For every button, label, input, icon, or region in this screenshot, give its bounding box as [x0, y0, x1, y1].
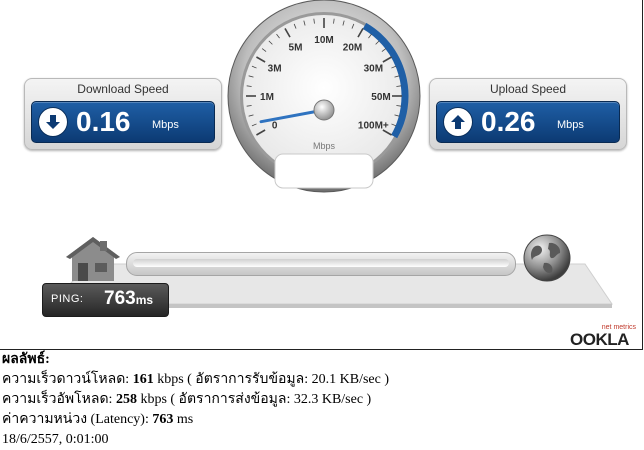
download-speed-display: 0.16 Mbps — [31, 101, 215, 143]
results-upload-suffix: kbps ( อัตราการส่งข้อมูล: 32.3 KB/sec ) — [136, 392, 372, 407]
results-summary: ผลลัพธ์: ความเร็วดาวน์โหลด: 161 kbps ( อ… — [2, 350, 642, 450]
logo-wordmark: OOKLA — [570, 330, 629, 349]
speedtest-stage: Download Speed 0.16 Mbps Upload Speed 0.… — [0, 0, 643, 350]
arrow-up-icon — [443, 107, 473, 137]
progress-track — [126, 252, 516, 276]
upload-speed-unit: Mbps — [557, 119, 584, 131]
results-download-value: 161 — [132, 372, 154, 387]
results-upload-value: 258 — [115, 392, 137, 407]
results-upload-prefix: ความเร็วอัพโหลด: — [2, 392, 116, 407]
gauge-tick-label: 20M — [343, 43, 362, 54]
upload-speed-display: 0.26 Mbps — [436, 101, 620, 143]
gauge-tick-label: 10M — [314, 35, 333, 46]
download-speed-value: 0.16 — [76, 106, 131, 137]
globe-icon — [523, 234, 571, 282]
results-download-line: ความเร็วดาวน์โหลด: 161 kbps ( อัตราการรั… — [2, 370, 642, 390]
ping-label: PING: — [51, 293, 84, 305]
results-timestamp: 18/6/2557, 0:01:00 — [2, 432, 109, 447]
results-download-suffix: kbps ( อัตราการรับข้อมูล: 20.1 KB/sec ) — [153, 372, 389, 387]
ping-display: PING: 763ms — [42, 283, 169, 317]
results-latency-prefix: ค่าความหน่วง (Latency): — [2, 412, 153, 427]
gauge-tick-label: 0 — [272, 121, 278, 132]
gauge-tick-label: 3M — [268, 64, 282, 75]
results-upload-line: ความเร็วอัพโหลด: 258 kbps ( อัตราการส่งข… — [2, 390, 642, 410]
gauge-tick-label: 5M — [289, 43, 303, 54]
results-latency-suffix: ms — [173, 412, 194, 427]
gauge-hub — [313, 99, 335, 121]
gauge-tick-label: 50M — [371, 92, 390, 103]
speed-gauge: 0 1M 3M 5M 10M 20M30M 50M 100M+ Mbps — [227, 0, 421, 193]
results-latency-value: 763 — [152, 412, 174, 427]
ping-value-wrap: 763ms — [104, 288, 153, 310]
upload-speed-title: Upload Speed — [489, 82, 567, 96]
ping-value: 763 — [104, 288, 136, 309]
download-speed-unit: Mbps — [152, 119, 179, 131]
gauge-unit-label: Mbps — [313, 141, 336, 151]
progress-track-groove — [133, 259, 509, 267]
gauge-tick-label: 30M — [364, 64, 383, 75]
ookla-logo: net metrics OOKLA — [570, 324, 640, 349]
results-download-prefix: ความเร็วดาวน์โหลด: — [2, 372, 133, 387]
house-icon — [66, 237, 120, 281]
download-speed-title: Download Speed — [77, 82, 169, 96]
ping-unit: ms — [135, 293, 154, 307]
gauge-tick-label: 1M — [260, 92, 274, 103]
results-heading: ผลลัพธ์: — [2, 352, 50, 367]
download-speed-panel: Download Speed 0.16 Mbps — [24, 78, 222, 150]
gauge-readout-box — [274, 153, 374, 189]
arrow-down-icon — [38, 107, 68, 137]
upload-speed-value: 0.26 — [481, 106, 536, 137]
gauge-tick-label: 100M+ — [358, 121, 389, 132]
upload-speed-panel: Upload Speed 0.26 Mbps — [429, 78, 627, 150]
results-latency-line: ค่าความหน่วง (Latency): 763 ms — [2, 410, 642, 430]
